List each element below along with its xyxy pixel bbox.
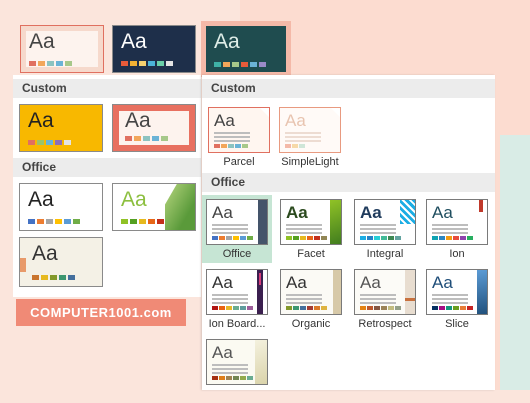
theme-ion[interactable]: Aa Ion	[422, 195, 492, 263]
theme-office[interactable]: Aa Office	[202, 195, 272, 263]
theme-dropdown-panel: Custom Aa Parcel Aa SimpleLight Office A…	[202, 75, 495, 390]
theme-retrospect-preview: Aa	[354, 269, 416, 315]
dropdown-custom-header: Custom	[202, 79, 495, 98]
theme-wisp-preview: Aa	[206, 339, 268, 385]
theme-thumb-office-white[interactable]: Aa	[19, 183, 103, 231]
theme-ion-boardroom-preview: Aa	[206, 269, 268, 315]
theme-thumb-yellow[interactable]: Aa	[19, 104, 103, 152]
dropdown-office-header: Office	[202, 173, 495, 192]
theme-slice[interactable]: Aa Slice	[422, 265, 492, 333]
theme-thumb-dark-navy[interactable]: Aa	[112, 25, 196, 73]
theme-thumb-organic-beige[interactable]: Aa	[19, 237, 103, 287]
theme-parcel-preview: Aa	[208, 107, 270, 153]
theme-label: SimpleLight	[281, 156, 339, 168]
theme-simplelight[interactable]: Aa SimpleLight	[275, 103, 345, 171]
background-decoration-accent	[500, 135, 530, 390]
theme-label: Organic	[291, 318, 331, 330]
theme-integral-preview: Aa	[354, 199, 416, 245]
theme-label: Parcel	[223, 156, 255, 168]
theme-label: Integral	[366, 248, 404, 260]
theme-thumb-red-border[interactable]: Aa	[20, 25, 104, 73]
theme-organic[interactable]: Aa Organic	[276, 265, 346, 333]
theme-integral[interactable]: Aa Integral	[350, 195, 420, 263]
theme-thumb-facet-green[interactable]: Aa	[112, 183, 196, 231]
theme-label: Office	[222, 248, 252, 260]
back-theme-gallery: Custom Aa Aa Office Aa Aa Aa	[13, 75, 201, 297]
site-watermark: COMPUTER1001.com	[16, 299, 186, 326]
theme-label: Ion Board...	[208, 318, 266, 330]
theme-label: Retrospect	[358, 318, 412, 330]
theme-label: Ion	[449, 248, 465, 260]
theme-organic-preview: Aa	[280, 269, 342, 315]
theme-office-preview: Aa	[206, 199, 268, 245]
theme-parcel[interactable]: Aa Parcel	[204, 103, 274, 171]
theme-wisp[interactable]: Aa	[202, 335, 272, 403]
theme-thumb-teal-selected[interactable]: Aa	[201, 21, 291, 77]
theme-label: Slice	[445, 318, 469, 330]
theme-simplelight-preview: Aa	[279, 107, 341, 153]
theme-ion-preview: Aa	[426, 199, 488, 245]
theme-facet-preview: Aa	[280, 199, 342, 245]
theme-thumb-red-pattern[interactable]: Aa	[112, 104, 196, 152]
theme-slice-preview: Aa	[426, 269, 488, 315]
theme-facet[interactable]: Aa Facet	[276, 195, 346, 263]
office-section-header: Office	[13, 158, 201, 177]
theme-ion-boardroom[interactable]: Aa Ion Board...	[202, 265, 272, 333]
theme-label: Facet	[297, 248, 325, 260]
custom-section-header: Custom	[13, 79, 201, 98]
back-gallery-top-row: Aa Aa Aa	[13, 18, 291, 78]
theme-retrospect[interactable]: Aa Retrospect	[350, 265, 420, 333]
